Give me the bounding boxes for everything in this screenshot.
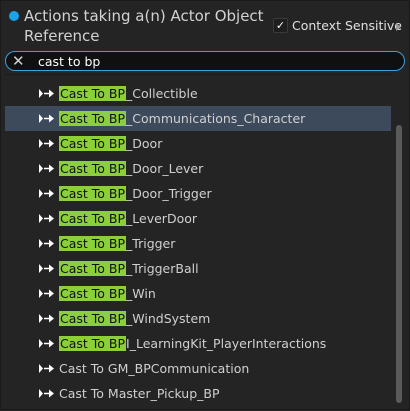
list-item-text: _Trigger	[126, 236, 176, 251]
search-match-highlight: Cast To BP	[59, 136, 127, 151]
search-match-highlight: Cast To BP	[59, 236, 127, 251]
list-item-label: Cast To BP_Trigger	[59, 235, 175, 252]
list-item-label: Cast To BP_WindSystem	[59, 310, 210, 327]
search-match-highlight: Cast To BP	[59, 261, 127, 276]
exec-arrow-icon	[39, 364, 54, 373]
exec-arrow-icon	[39, 314, 54, 323]
list-item-text: Cast To Master_Pickup_BP	[59, 386, 220, 401]
list-item[interactable]: Cast To Master_Pickup_BP	[5, 381, 391, 406]
exec-arrow-icon	[39, 89, 54, 98]
search-match-highlight: Cast To BP	[59, 311, 127, 326]
exec-arrow-icon	[39, 139, 54, 148]
search-match-highlight: Cast To BP	[59, 336, 127, 351]
list-item-label: Cast To BP_Door_Lever	[59, 160, 203, 177]
list-item-text: _WindSystem	[126, 311, 211, 326]
search-match-highlight: Cast To BP	[59, 86, 127, 101]
list-item[interactable]: Cast To GM_BPCommunication	[5, 356, 391, 381]
list-item-text: _Communications_Character	[126, 111, 306, 126]
list-item[interactable]: Cast To BP_Communications_Character	[5, 106, 391, 131]
exec-arrow-icon	[39, 164, 54, 173]
list-item[interactable]: Cast To BP_Door_Trigger	[5, 181, 391, 206]
menu-header: Actions taking a(n) Actor Object Referen…	[1, 1, 410, 49]
action-menu-panel: Actions taking a(n) Actor Object Referen…	[0, 0, 410, 410]
list-item[interactable]: Cast To BP_Door	[5, 131, 391, 156]
scrollbar[interactable]	[396, 125, 402, 403]
list-item-label: Cast To BP_Door_Trigger	[59, 185, 212, 202]
list-item-label: Cast To BP_Win	[59, 285, 156, 302]
close-icon[interactable]: ✕	[12, 52, 25, 70]
search-match-highlight: Cast To BP	[59, 111, 127, 126]
exec-arrow-icon	[39, 189, 54, 198]
list-item-label: Cast To BP_LeverDoor	[59, 210, 197, 227]
list-item-label: Cast To GM_BPCommunication	[59, 360, 249, 377]
list-item[interactable]: Cast To BP_Door_Lever	[5, 156, 391, 181]
list-item-text: _Door_Trigger	[126, 186, 212, 201]
list-item-label: Cast To BP_Door	[59, 135, 162, 152]
action-list: Cast To BP_Collectible Cast To BP_Communi…	[5, 81, 391, 411]
list-item-text: _Win	[126, 286, 156, 301]
list-item-text: _LeverDoor	[126, 211, 198, 226]
search-match-highlight: Cast To BP	[59, 286, 127, 301]
exec-arrow-icon	[39, 114, 54, 123]
exec-arrow-icon	[39, 214, 54, 223]
list-item[interactable]: Cast To BP_TriggerBall	[5, 256, 391, 281]
list-item-text: I_LearningKit_PlayerInteractions	[126, 336, 327, 351]
expand-arrow-icon[interactable]	[396, 23, 401, 31]
exec-arrow-icon	[39, 389, 54, 398]
object-reference-pin-icon	[9, 11, 19, 21]
divider	[5, 74, 391, 75]
list-item[interactable]: Cast To BP_WindSystem	[5, 306, 391, 331]
list-item[interactable]: Cast To BPI_LearningKit_PlayerInteractio…	[5, 331, 391, 356]
context-sensitive-checkbox[interactable]: ✓	[273, 18, 288, 33]
search-input[interactable]	[38, 53, 388, 69]
search-match-highlight: Cast To BP	[59, 161, 127, 176]
list-item-text: _Collectible	[126, 86, 198, 101]
list-item-label: Cast To Master_Pickup_BP	[59, 385, 220, 402]
list-item-text: Cast To GM_BPCommunication	[59, 361, 250, 376]
list-item[interactable]: Cast To BP_Win	[5, 281, 391, 306]
menu-title: Actions taking a(n) Actor Object Referen…	[24, 7, 264, 45]
exec-arrow-icon	[39, 339, 54, 348]
list-item[interactable]: Cast To BP_Trigger	[5, 231, 391, 256]
search-match-highlight: Cast To BP	[59, 186, 127, 201]
list-item-label: Cast To BP_TriggerBall	[59, 260, 199, 277]
context-sensitive-label: Context Sensitive	[292, 18, 402, 33]
exec-arrow-icon	[39, 264, 54, 273]
list-item-text: _Door_Lever	[126, 161, 204, 176]
list-item-label: Cast To BP_Collectible	[59, 85, 198, 102]
list-item[interactable]: Cast To BP_LeverDoor	[5, 206, 391, 231]
context-sensitive-toggle[interactable]: ✓ Context Sensitive	[273, 18, 402, 33]
list-item-label: Cast To BP_Communications_Character	[59, 110, 305, 127]
list-item-label: Cast To BPI_LearningKit_PlayerInteractio…	[59, 335, 326, 352]
list-item-text: _Door	[126, 136, 163, 151]
list-item[interactable]: Cast To BP_Collectible	[5, 81, 391, 106]
exec-arrow-icon	[39, 289, 54, 298]
exec-arrow-icon	[39, 239, 54, 248]
search-box[interactable]: ✕	[5, 51, 405, 71]
list-item-text: _TriggerBall	[126, 261, 199, 276]
search-match-highlight: Cast To BP	[59, 211, 127, 226]
